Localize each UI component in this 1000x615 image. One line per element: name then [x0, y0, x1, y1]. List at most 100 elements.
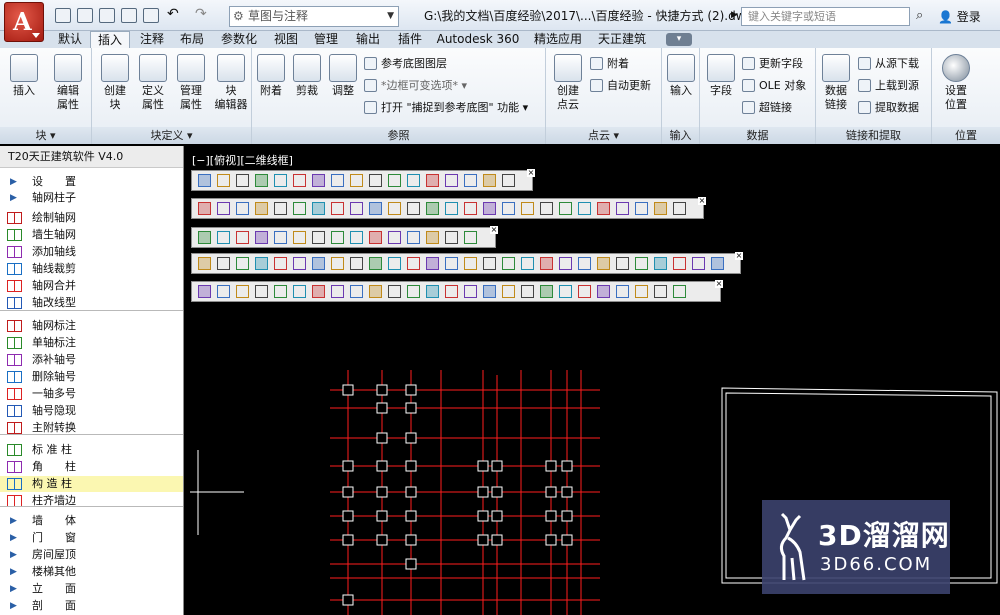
tool-icon[interactable]	[331, 285, 344, 298]
tool-icon[interactable]	[464, 285, 477, 298]
side-menu-item[interactable]: 单轴标注	[0, 335, 183, 351]
tool-icon[interactable]	[540, 202, 553, 215]
insert-button[interactable]: 插入	[6, 54, 42, 98]
tool-icon[interactable]	[616, 257, 629, 270]
tool-icon[interactable]	[274, 174, 287, 187]
side-menu-item[interactable]: ▶ 设 置	[0, 174, 183, 190]
tool-icon[interactable]	[236, 257, 249, 270]
side-menu-item[interactable]: 墙生轴网	[0, 227, 183, 243]
tool-icon[interactable]	[502, 202, 515, 215]
adjust-button[interactable]: 调整	[326, 54, 360, 98]
data-link-button[interactable]: 数据 链接	[818, 54, 854, 112]
block-panel-title[interactable]: 块 ▾	[0, 127, 91, 144]
close-icon[interactable]: ×	[735, 252, 743, 260]
side-menu-item[interactable]: ▶ 楼梯其他	[0, 564, 183, 580]
tool-icon[interactable]	[426, 285, 439, 298]
create-block-button[interactable]: 创建 块	[98, 54, 132, 112]
tool-icon[interactable]	[445, 174, 458, 187]
side-menu-item[interactable]: 添补轴号	[0, 352, 183, 368]
side-menu-item[interactable]: 标 准 柱	[0, 442, 183, 458]
side-menu-item[interactable]: ▶ 墙 体	[0, 513, 183, 529]
binoculars-icon[interactable]: ⌕	[916, 8, 923, 23]
tool-icon[interactable]	[217, 231, 230, 244]
tool-icon[interactable]	[331, 174, 344, 187]
tool-icon[interactable]	[350, 257, 363, 270]
tool-icon[interactable]	[426, 202, 439, 215]
side-menu-item[interactable]: ▶ 剖 面	[0, 598, 183, 614]
define-attribute-button[interactable]: 定义 属性	[136, 54, 170, 112]
close-icon[interactable]: ×	[527, 169, 535, 177]
tool-icon[interactable]	[407, 285, 420, 298]
tool-icon[interactable]	[635, 285, 648, 298]
login-button[interactable]: 👤 登录	[938, 8, 981, 25]
search-expand-icon[interactable]: ▶	[731, 10, 738, 20]
workspace-select[interactable]: ⚙ 草图与注释 ▼	[229, 6, 399, 27]
side-menu-item[interactable]: 轴号隐现	[0, 403, 183, 419]
tool-icon[interactable]	[635, 202, 648, 215]
tool-icon[interactable]	[521, 202, 534, 215]
set-location-button[interactable]: 设置 位置	[936, 54, 976, 112]
tool-icon[interactable]	[502, 257, 515, 270]
tab-insert[interactable]: 插入	[90, 31, 130, 49]
tool-icon[interactable]	[350, 202, 363, 215]
tool-icon[interactable]	[464, 231, 477, 244]
tool-icon[interactable]	[369, 174, 382, 187]
tool-icon[interactable]	[236, 285, 249, 298]
field-button[interactable]: 字段	[704, 54, 738, 98]
undo-icon[interactable]: ↶	[167, 7, 183, 23]
update-fields-button[interactable]: 更新字段	[742, 56, 803, 72]
minimize-ribbon-button[interactable]: ▾	[666, 33, 692, 46]
tool-icon[interactable]	[217, 174, 230, 187]
tool-icon[interactable]	[331, 257, 344, 270]
tab-output[interactable]: 输出	[350, 31, 386, 48]
tool-icon[interactable]	[559, 202, 572, 215]
tool-icon[interactable]	[407, 174, 420, 187]
tab-annotate[interactable]: 注释	[134, 31, 170, 48]
tool-icon[interactable]	[673, 257, 686, 270]
tool-icon[interactable]	[293, 174, 306, 187]
tool-icon[interactable]	[198, 202, 211, 215]
create-pointcloud-button[interactable]: 创建 点云	[550, 54, 586, 112]
tool-icon[interactable]	[198, 285, 211, 298]
close-icon[interactable]: ×	[698, 197, 706, 205]
tool-icon[interactable]	[426, 257, 439, 270]
tool-icon[interactable]	[559, 257, 572, 270]
tab-featured-apps[interactable]: 精选应用	[528, 31, 588, 48]
block-editor-button[interactable]: 块 编辑器	[212, 54, 250, 112]
close-icon[interactable]: ×	[490, 226, 498, 234]
tool-icon[interactable]	[407, 231, 420, 244]
tool-icon[interactable]	[616, 202, 629, 215]
tab-tianzheng[interactable]: 天正建筑	[592, 31, 652, 48]
tool-icon[interactable]	[369, 202, 382, 215]
side-menu-item[interactable]: 轴网标注	[0, 318, 183, 334]
tool-icon[interactable]	[198, 231, 211, 244]
search-input[interactable]: 键入关键字或短语	[741, 7, 910, 26]
side-menu-item[interactable]: 角 柱	[0, 459, 183, 475]
tool-icon[interactable]	[236, 231, 249, 244]
tool-icon[interactable]	[635, 257, 648, 270]
tool-icon[interactable]	[293, 202, 306, 215]
tool-icon[interactable]	[388, 174, 401, 187]
tool-icon[interactable]	[312, 285, 325, 298]
tab-layout[interactable]: 布局	[174, 31, 210, 48]
side-menu-item[interactable]: ▶ 门 窗	[0, 530, 183, 546]
tool-icon[interactable]	[236, 174, 249, 187]
side-menu-item[interactable]: ▶ 轴网柱子	[0, 190, 183, 206]
side-menu-item[interactable]: 一轴多号	[0, 386, 183, 402]
side-menu-item[interactable]: 删除轴号	[0, 369, 183, 385]
tool-icon[interactable]	[464, 174, 477, 187]
side-menu-item[interactable]: 轴线裁剪	[0, 261, 183, 277]
tool-icon[interactable]	[331, 231, 344, 244]
tool-icon[interactable]	[312, 202, 325, 215]
side-menu-item[interactable]: 轴网合并	[0, 278, 183, 294]
tool-icon[interactable]	[198, 257, 211, 270]
tool-icon[interactable]	[407, 257, 420, 270]
new-file-icon[interactable]	[55, 8, 71, 23]
edit-attribute-button[interactable]: 编辑 属性	[48, 54, 88, 112]
auto-update-button[interactable]: 自动更新	[590, 78, 651, 94]
tool-icon[interactable]	[464, 257, 477, 270]
tool-icon[interactable]	[559, 285, 572, 298]
tool-icon[interactable]	[217, 257, 230, 270]
tool-icon[interactable]	[540, 285, 553, 298]
pointcloud-attach-button[interactable]: 附着	[590, 56, 629, 72]
